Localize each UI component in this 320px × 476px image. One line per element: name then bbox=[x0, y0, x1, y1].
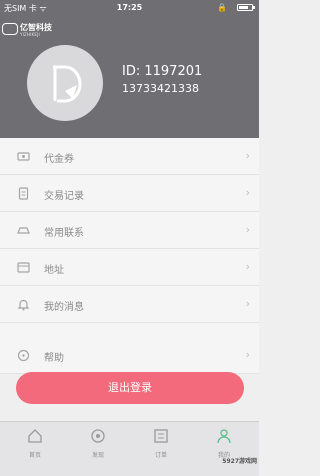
bell-icon bbox=[17, 299, 30, 311]
menu-item-transactions[interactable]: 交易记录 › bbox=[0, 175, 259, 212]
avatar[interactable] bbox=[27, 45, 103, 121]
menu-item-messages[interactable]: 我的消息 › bbox=[0, 286, 259, 323]
coupon-icon bbox=[17, 152, 30, 161]
address-icon bbox=[17, 262, 30, 273]
avatar-placeholder-icon bbox=[53, 65, 82, 103]
tab-discover[interactable]: 发现 bbox=[73, 428, 123, 468]
home-icon bbox=[28, 429, 42, 443]
tab-orders[interactable]: 订单 bbox=[136, 428, 186, 468]
profile-icon bbox=[217, 429, 231, 444]
menu-item-contacts[interactable]: 常用联系 › bbox=[0, 212, 259, 249]
tab-label: 发现 bbox=[91, 452, 104, 459]
user-id: ID: 1197201 bbox=[122, 64, 203, 79]
tab-label: 首页 bbox=[28, 452, 41, 459]
chevron-right-icon: › bbox=[245, 297, 250, 310]
status-bar: 无SIM 卡 ᯤ 17:25 🔒 bbox=[0, 0, 259, 16]
discover-icon bbox=[91, 429, 105, 443]
battery-icon bbox=[237, 4, 255, 11]
tab-label: 订单 bbox=[154, 452, 167, 459]
menu-item-label: 帮助 bbox=[44, 353, 64, 364]
user-phone: 13733421338 bbox=[122, 82, 199, 95]
profile-header: 亿智科技 YIZHIKEJI ID: 1197201 13733421338 bbox=[0, 16, 259, 138]
contacts-icon bbox=[17, 227, 30, 234]
menu-item-coupons[interactable]: 代金券 › bbox=[0, 138, 259, 175]
chevron-right-icon: › bbox=[245, 223, 250, 236]
menu-item-label: 交易记录 bbox=[44, 191, 84, 202]
menu-item-label: 常用联系 bbox=[44, 228, 84, 239]
menu-item-help[interactable]: 帮助 › bbox=[0, 337, 259, 374]
lock-icon: 🔒 bbox=[217, 3, 227, 12]
chevron-right-icon: › bbox=[245, 149, 250, 162]
tab-home[interactable]: 首页 bbox=[10, 428, 60, 468]
menu-item-label: 我的消息 bbox=[44, 302, 84, 313]
orders-icon bbox=[154, 429, 168, 443]
menu-list: 代金券 › 交易记录 › 常用联系 › 地址 › 我的消息 › 帮助 › bbox=[0, 138, 259, 374]
logo-mark-icon bbox=[2, 23, 18, 35]
record-icon bbox=[18, 187, 29, 200]
tab-bar: 首页 发现 订单 我的 bbox=[0, 421, 259, 476]
logout-button[interactable]: 退出登录 bbox=[16, 372, 244, 404]
menu-item-address[interactable]: 地址 › bbox=[0, 249, 259, 286]
chevron-right-icon: › bbox=[245, 186, 250, 199]
menu-item-label: 地址 bbox=[44, 265, 64, 276]
chevron-right-icon: › bbox=[245, 348, 250, 361]
chevron-right-icon: › bbox=[245, 260, 250, 273]
menu-item-label: 代金券 bbox=[44, 154, 74, 165]
logo-subtext: YIZHIKEJI bbox=[20, 32, 40, 37]
app-logo: 亿智科技 YIZHIKEJI bbox=[2, 22, 64, 38]
watermark: 5927游戏网 bbox=[222, 458, 257, 465]
help-icon bbox=[17, 349, 30, 362]
menu-divider bbox=[0, 323, 259, 337]
